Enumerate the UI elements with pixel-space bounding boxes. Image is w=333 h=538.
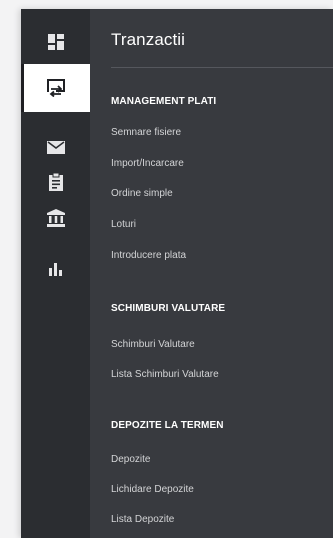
rail-item-transfers[interactable] xyxy=(21,64,90,112)
menu-link-ordine-simple[interactable]: Ordine simple xyxy=(111,188,173,199)
menu-link-lichidare-depozite[interactable]: Lichidare Depozite xyxy=(111,484,194,495)
section-title-payments: MANAGEMENT PLATI xyxy=(111,96,217,107)
menu-link-schimburi-valutare[interactable]: Schimburi Valutare xyxy=(111,339,195,350)
menu-link-import-incarcare[interactable]: Import/Incarcare xyxy=(111,158,184,169)
menu-link-lista-schimburi-valutare[interactable]: Lista Schimburi Valutare xyxy=(111,369,219,380)
section-title-deposits: DEPOZITE LA TERMEN xyxy=(111,420,224,431)
app-shell: Tranzactii MANAGEMENT PLATI Semnare fisi… xyxy=(21,9,333,538)
rail-item-reports[interactable] xyxy=(21,249,90,289)
transfer-icon xyxy=(46,79,65,97)
menu-link-loturi[interactable]: Loturi xyxy=(111,219,136,230)
menu-link-lista-depozite[interactable]: Lista Depozite xyxy=(111,514,174,525)
menu-link-introducere-plata[interactable]: Introducere plata xyxy=(111,250,186,261)
bank-icon xyxy=(46,209,65,227)
dashboard-icon xyxy=(47,34,64,50)
clipboard-icon xyxy=(48,173,63,191)
rail-item-dashboard[interactable] xyxy=(21,22,90,62)
icon-rail xyxy=(21,9,90,538)
mail-icon xyxy=(46,140,65,154)
rail-item-bank[interactable] xyxy=(21,198,90,238)
transactions-panel: Tranzactii MANAGEMENT PLATI Semnare fisi… xyxy=(90,9,333,538)
menu-link-semnare-fisiere[interactable]: Semnare fisiere xyxy=(111,127,181,138)
panel-divider xyxy=(111,67,333,68)
panel-title: Tranzactii xyxy=(111,30,186,49)
rail-item-requests[interactable] xyxy=(21,162,90,202)
rail-item-messages[interactable] xyxy=(21,127,90,167)
section-title-fx: SCHIMBURI VALUTARE xyxy=(111,303,226,314)
bar-chart-icon xyxy=(48,262,63,276)
menu-link-depozite[interactable]: Depozite xyxy=(111,454,150,465)
